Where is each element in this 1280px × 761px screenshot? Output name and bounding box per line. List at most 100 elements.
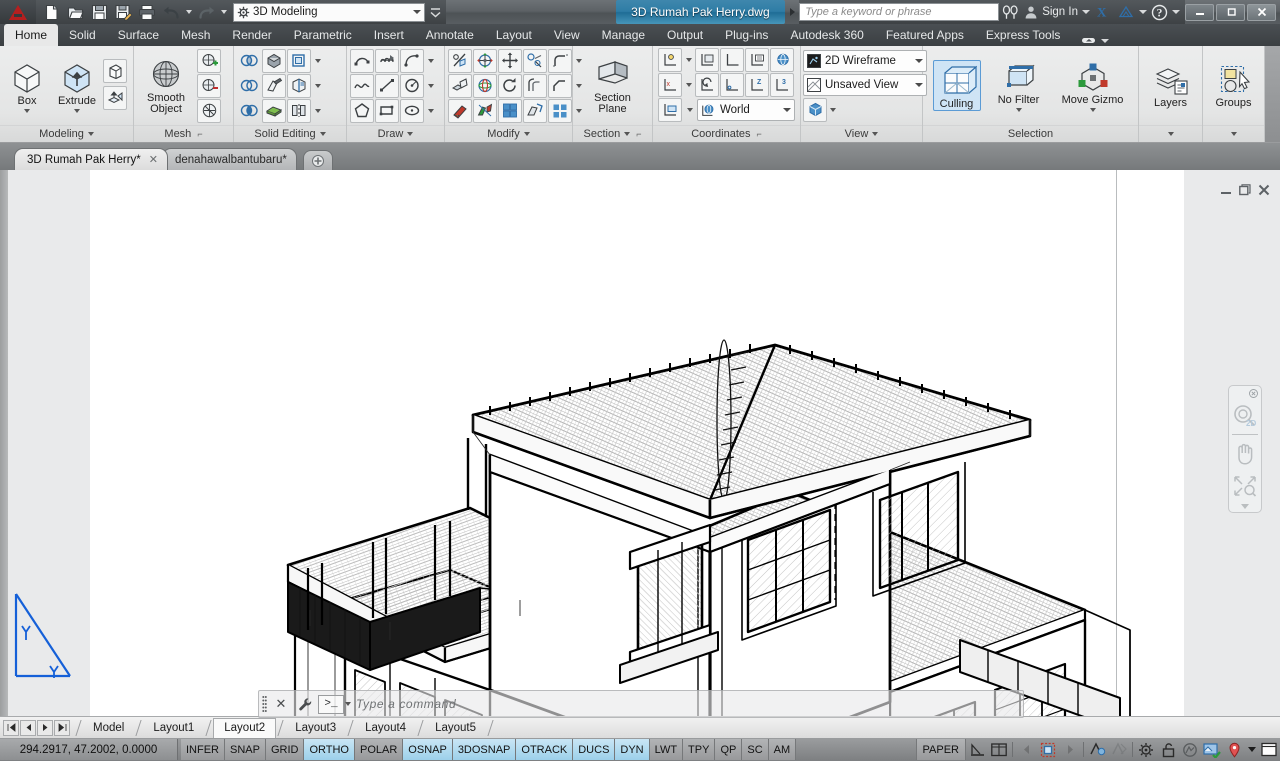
viewport-restore-icon[interactable] [1239, 184, 1251, 196]
tray-balloon-icon[interactable] [1223, 739, 1245, 760]
circle-icon[interactable] [400, 73, 424, 98]
annotation-visibility-icon[interactable] [1086, 739, 1108, 760]
ucs-world-icon[interactable] [770, 48, 794, 72]
lock-toolbars-icon[interactable] [1157, 739, 1179, 760]
layout-tab-layout4[interactable]: Layout4 [355, 718, 416, 738]
panel-label-modeling[interactable]: Modeling [0, 125, 133, 142]
solid-edit-icon[interactable] [287, 48, 311, 73]
save-icon[interactable] [87, 1, 111, 23]
tab-layout[interactable]: Layout [485, 24, 543, 46]
redo-dropdown-caret-icon[interactable] [218, 1, 229, 23]
search-input[interactable]: Type a keyword or phrase [799, 3, 1000, 21]
drawing-area[interactable]: 2D [0, 170, 1280, 716]
search-icon[interactable] [999, 1, 1021, 23]
toggle-sc[interactable]: SC [742, 739, 769, 760]
sign-in-caret-icon[interactable] [1082, 10, 1090, 14]
qat-customize-icon[interactable] [427, 1, 443, 23]
panel-label-draw[interactable]: Draw [347, 125, 444, 142]
navigation-bar[interactable]: 2D [1228, 385, 1262, 513]
solid-editing-caret-3-icon[interactable] [312, 99, 323, 123]
tab-parametric[interactable]: Parametric [283, 24, 363, 46]
smooth-object-button[interactable]: Smooth Object [137, 57, 195, 115]
autodesk-360-caret-icon[interactable] [1137, 1, 1148, 23]
navbar-close-icon[interactable] [1249, 389, 1258, 398]
draw-caret-3-icon[interactable] [425, 99, 436, 123]
panel-label-mesh[interactable]: Mesh ⌐ [134, 125, 233, 142]
pan-hand-icon[interactable] [1230, 438, 1260, 468]
new-file-icon[interactable] [39, 1, 63, 23]
no-filter-caret-icon[interactable] [1015, 108, 1022, 112]
ucs-3point-caret-icon[interactable] [683, 48, 694, 72]
solid-extrude-face-icon[interactable] [262, 48, 286, 73]
polyline-icon[interactable] [350, 48, 374, 73]
command-line-customize-icon[interactable] [293, 691, 317, 717]
tab-view[interactable]: View [543, 24, 591, 46]
chamfer-icon[interactable] [548, 73, 572, 98]
isolate-objects-icon[interactable] [1179, 739, 1201, 760]
auto-scale-icon[interactable] [1108, 739, 1130, 760]
viewport-close-icon[interactable] [1258, 184, 1270, 196]
toggle-snap[interactable]: SNAP [225, 739, 266, 760]
workspace-switcher-dropdown[interactable]: 3D Modeling [233, 2, 425, 22]
taper-face-icon[interactable] [262, 73, 286, 98]
title-dropdown-caret-icon[interactable] [785, 8, 799, 16]
command-line[interactable]: ✕ >_ Type a command [258, 690, 1024, 718]
workspace-switch-icon[interactable] [1135, 739, 1157, 760]
panel-label-coordinates[interactable]: Coordinates ⌐ [653, 125, 800, 142]
viewport-layout-icon[interactable] [988, 739, 1010, 760]
view-name-dropdown[interactable]: Unsaved View [803, 73, 927, 96]
command-prompt-indicator[interactable]: >_ [318, 694, 344, 714]
redo-icon[interactable] [194, 1, 218, 23]
command-line-grip[interactable] [259, 691, 269, 717]
solid-editing-caret-2-icon[interactable] [312, 74, 323, 98]
3d-rotate-icon[interactable] [473, 73, 497, 98]
box-caret-icon[interactable] [24, 109, 30, 113]
tab-insert[interactable]: Insert [363, 24, 415, 46]
coordinate-display[interactable]: 294.2917, 47.2002, 0.0000 [0, 739, 178, 760]
visual-style-dropdown[interactable]: 2D Wireframe [803, 49, 927, 72]
rectangle-icon[interactable] [375, 98, 399, 123]
toggle-3dosnap[interactable]: 3DOSNAP [452, 739, 517, 760]
help-icon[interactable]: ? [1148, 1, 1170, 23]
layout-tab-layout5[interactable]: Layout5 [425, 718, 486, 738]
ucs-view-caret-icon[interactable] [684, 98, 695, 122]
extrude-button[interactable]: Extrude [53, 58, 101, 113]
open-file-icon[interactable] [63, 1, 87, 23]
layers-button[interactable]: Layers [1145, 62, 1197, 109]
zoom-extents-icon[interactable] [1230, 471, 1260, 501]
arc-icon[interactable] [400, 48, 424, 73]
toggle-dyn[interactable]: DYN [615, 739, 650, 760]
plot-icon[interactable] [135, 1, 159, 23]
toggle-infer[interactable]: INFER [181, 739, 225, 760]
doc-tab-3d-rumah-pak-herry[interactable]: 3D Rumah Pak Herry* ✕ [14, 148, 168, 170]
rotate-icon[interactable] [498, 73, 522, 98]
solid-editing-caret-1-icon[interactable] [312, 49, 323, 73]
coordinates-dialog-launcher-icon[interactable]: ⌐ [757, 129, 762, 139]
panel-label-layers[interactable] [1139, 125, 1202, 142]
minimize-button[interactable] [1185, 3, 1214, 21]
array-icon[interactable] [548, 98, 572, 123]
tab-express-tools[interactable]: Express Tools [975, 24, 1071, 46]
panel-label-modify[interactable]: Modify [445, 125, 572, 142]
ucs-x-icon[interactable]: x [658, 73, 682, 97]
clean-screen-icon[interactable] [1258, 739, 1280, 760]
viewport-minimize-icon[interactable] [1220, 184, 1232, 196]
layout-next-icon[interactable] [37, 719, 53, 736]
panel-label-section[interactable]: Section ⌐ [573, 125, 652, 142]
tab-solid[interactable]: Solid [58, 24, 107, 46]
autodesk-360-icon[interactable] [1115, 1, 1137, 23]
save-as-icon[interactable] [111, 1, 135, 23]
command-line-close-icon[interactable]: ✕ [269, 691, 293, 717]
steering-wheel-2d-icon[interactable]: 2D [1230, 401, 1260, 431]
fillet-corner-icon[interactable] [548, 48, 572, 73]
panel-label-groups[interactable] [1203, 125, 1264, 142]
layout-first-icon[interactable] [3, 719, 19, 736]
viewport-config-icon[interactable] [803, 97, 827, 122]
3d-array-icon[interactable] [498, 98, 522, 123]
layout-previous-icon[interactable] [20, 719, 36, 736]
ucs-x-caret-icon[interactable] [683, 73, 694, 97]
tab-featured-apps[interactable]: Featured Apps [875, 24, 975, 46]
ucs-z-icon[interactable]: Z [745, 73, 769, 97]
ucs-dropdown-caret-icon[interactable] [783, 108, 791, 112]
ellipse-icon[interactable] [400, 98, 424, 123]
